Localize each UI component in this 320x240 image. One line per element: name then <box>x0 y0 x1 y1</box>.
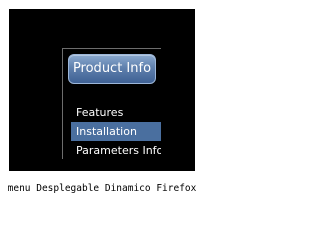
menu-item-parameters-info[interactable]: Parameters Info <box>71 141 161 159</box>
dropdown-menu: Features Installation Parameters Info <box>71 103 161 159</box>
menu-item-installation[interactable]: Installation <box>71 122 161 141</box>
menu-panel: Product Info Features Installation Param… <box>62 48 161 159</box>
menu-item-features[interactable]: Features <box>71 103 161 122</box>
preview-frame: Product Info Features Installation Param… <box>9 9 195 171</box>
caption-text: menu Desplegable Dinamico Firefox <box>7 183 197 194</box>
product-info-button[interactable]: Product Info <box>68 54 156 84</box>
